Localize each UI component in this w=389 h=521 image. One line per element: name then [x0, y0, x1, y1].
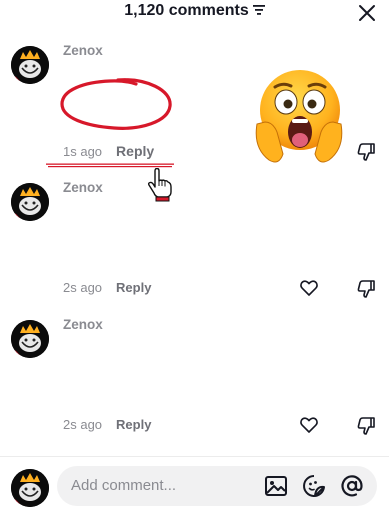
heart-icon[interactable]	[299, 278, 319, 298]
filter-icon[interactable]	[252, 4, 265, 15]
comment-meta: 2s ago Reply	[63, 280, 151, 295]
mention-icon[interactable]	[340, 474, 364, 498]
comment-composer: Add comment...	[0, 456, 389, 521]
avatar[interactable]	[11, 320, 49, 358]
comment-time: 2s ago	[63, 417, 103, 432]
comment-input-placeholder: Add comment...	[71, 477, 177, 494]
troll-face-icon	[11, 320, 49, 358]
comment-input[interactable]: Add comment...	[57, 466, 377, 506]
comments-count: 1,120 comments	[124, 2, 249, 19]
comments-header: 1,120 comments	[0, 0, 389, 26]
reply-button[interactable]: Reply	[116, 143, 154, 159]
shocked-face-emoji	[255, 70, 343, 163]
troll-face-icon	[11, 183, 49, 221]
close-icon[interactable]	[357, 3, 377, 23]
troll-face-icon	[11, 46, 49, 84]
heart-icon[interactable]	[299, 415, 319, 435]
comment-username[interactable]: Zenox	[63, 180, 103, 195]
sticker-icon[interactable]	[302, 474, 326, 498]
comment-time: 2s ago	[63, 280, 103, 295]
comment-username[interactable]: Zenox	[63, 317, 103, 332]
reply-button[interactable]: Reply	[116, 280, 151, 295]
red-circle-annotation	[60, 78, 172, 130]
troll-face-icon	[11, 469, 49, 507]
avatar[interactable]	[11, 46, 49, 84]
dislike-icon[interactable]	[356, 416, 376, 436]
pointing-hand-icon	[147, 168, 172, 202]
image-icon[interactable]	[264, 474, 288, 498]
avatar[interactable]	[11, 183, 49, 221]
comment-meta: 1s ago Reply	[63, 143, 154, 159]
my-avatar[interactable]	[11, 469, 49, 507]
reply-button[interactable]: Reply	[116, 417, 151, 432]
comment-time: 1s ago	[63, 144, 103, 159]
comment-username[interactable]: Zenox	[63, 43, 103, 58]
comments-title: 1,120 comments	[0, 2, 389, 20]
dislike-icon[interactable]	[356, 142, 376, 162]
comment-meta: 2s ago Reply	[63, 417, 151, 432]
dislike-icon[interactable]	[356, 279, 376, 299]
